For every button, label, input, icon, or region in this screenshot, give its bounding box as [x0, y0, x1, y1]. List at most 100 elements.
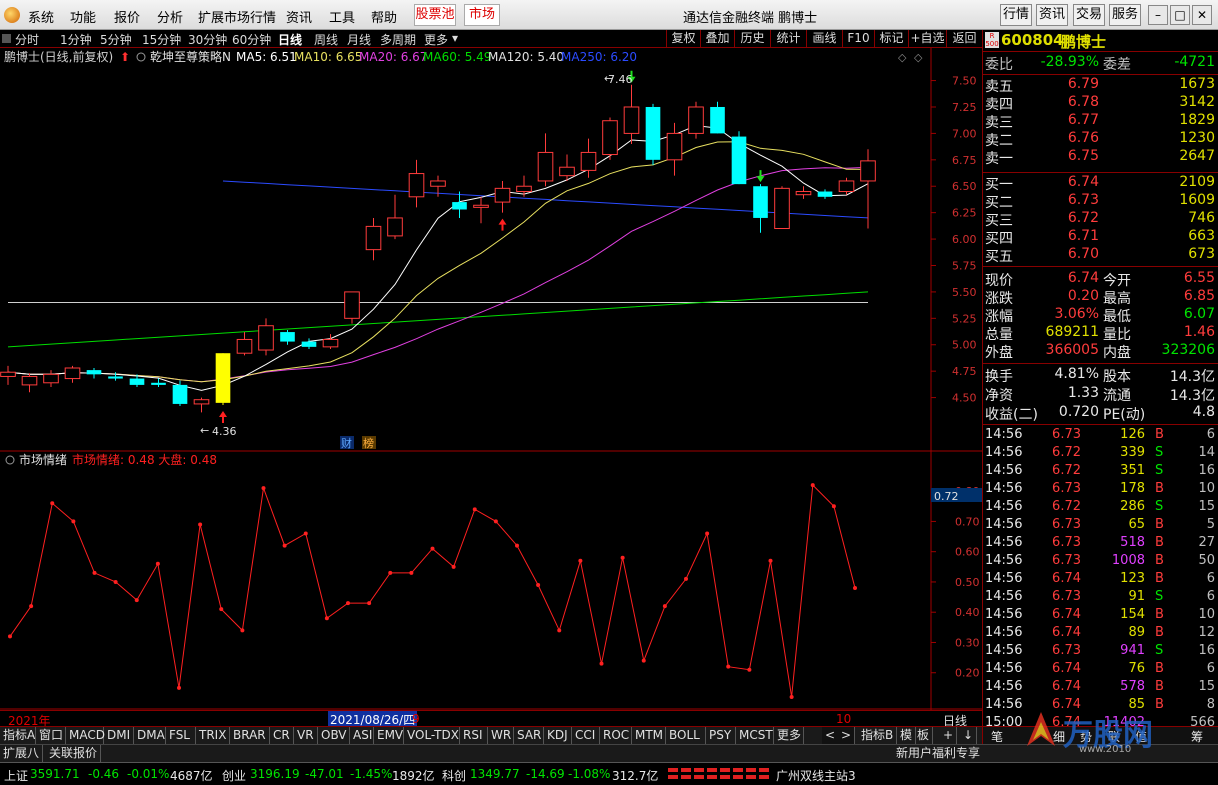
tabs-left-arrow-icon[interactable]: < [822, 727, 840, 745]
indicator-tab[interactable]: DMI [104, 727, 134, 745]
bid-row[interactable]: 买二 6.73 1609 [983, 192, 1218, 211]
menu-tools[interactable]: 工具 [329, 7, 355, 26]
indicator-tab[interactable]: CR [270, 727, 294, 745]
menu-quote[interactable]: 报价 [114, 7, 140, 26]
quote-button[interactable]: 行情 [1000, 4, 1032, 26]
period-multi[interactable]: 多周期 [380, 31, 416, 48]
ask-row[interactable]: 卖二 6.76 1230 [983, 130, 1218, 149]
indicator-tab[interactable]: TRIX [196, 727, 230, 745]
ask-row[interactable]: 卖五 6.79 1673 [983, 76, 1218, 95]
history-button[interactable]: 历史 [734, 30, 770, 48]
indicator-tab[interactable]: RSI [460, 727, 488, 745]
menu-ext-market[interactable]: 扩展市场行情 [198, 7, 276, 26]
indicator-tab[interactable]: EMV [374, 727, 404, 745]
chevron-down-icon[interactable]: ▾ [452, 31, 458, 45]
period-toolbar: 分时 1分钟 5分钟 15分钟 30分钟 60分钟 日线 周线 月线 多周期 更… [0, 30, 982, 48]
indicator-tab[interactable]: 指标A [0, 727, 36, 745]
minimize-icon[interactable]: – [1148, 5, 1168, 25]
tabs-right-arrow-icon[interactable]: > [838, 727, 856, 745]
ext8-tab[interactable]: 扩展八 [0, 745, 44, 763]
indicator-tab[interactable]: VOL-TDX [404, 727, 460, 745]
tab-trades[interactable]: 笔 [991, 728, 1003, 745]
indicator-tab[interactable]: BRAR [230, 727, 270, 745]
welfare-link[interactable]: 新用户福利专享 [893, 745, 983, 763]
ask-row[interactable]: 卖四 6.78 3142 [983, 94, 1218, 113]
diamond-icon-2[interactable]: ◇ [914, 51, 923, 64]
tick-volume: 65 [1128, 517, 1145, 532]
period-1min[interactable]: 1分钟 [60, 31, 92, 48]
indicator-tab[interactable]: FSL [166, 727, 196, 745]
indicator-tab[interactable]: KDJ [544, 727, 572, 745]
indicator-tab[interactable]: MACD [66, 727, 105, 745]
close-icon[interactable]: ✕ [1192, 5, 1212, 25]
f10-button[interactable]: F10 [842, 30, 874, 48]
period-15min[interactable]: 15分钟 [142, 31, 181, 48]
add-favorite-button[interactable]: +自选 [908, 30, 946, 48]
indicator-tab[interactable]: OBV [318, 727, 350, 745]
period-30min[interactable]: 30分钟 [188, 31, 227, 48]
level-price: 6.70 [1067, 246, 1099, 262]
bid-row[interactable]: 买四 6.71 663 [983, 228, 1218, 247]
period-daily[interactable]: 日线 [278, 31, 302, 48]
period-weekly[interactable]: 周线 [314, 31, 338, 48]
indicator-tab[interactable]: WR [488, 727, 514, 745]
bid-row[interactable]: 买一 6.74 2109 [983, 174, 1218, 193]
indicator-tab[interactable]: VR [294, 727, 318, 745]
draw-button[interactable]: 画线 [806, 30, 842, 48]
tick-row: 14:56 6.74 89 B 12 [983, 625, 1218, 643]
period-60min[interactable]: 60分钟 [232, 31, 271, 48]
menu-help[interactable]: 帮助 [371, 7, 397, 26]
market-button[interactable]: 市场 [464, 4, 500, 26]
indicator-tab[interactable]: BOLL [666, 727, 706, 745]
level-label: 买四 [985, 231, 1013, 247]
menu-analysis[interactable]: 分析 [157, 7, 183, 26]
info-button[interactable]: 资讯 [1036, 4, 1068, 26]
maximize-icon[interactable]: □ [1170, 5, 1190, 25]
indicator-tab[interactable]: ASI [350, 727, 374, 745]
ask-row[interactable]: 卖三 6.77 1829 [983, 112, 1218, 131]
back-button[interactable]: 返回 [946, 30, 982, 48]
bid-row[interactable]: 买五 6.70 673 [983, 246, 1218, 265]
ask-row[interactable]: 卖一 6.75 2647 [983, 148, 1218, 167]
indicator-tab[interactable]: MCST [736, 727, 774, 745]
kline-chart[interactable]: 7.50 7.25 7.00 6.75 6.50 6.25 6.00 5.75 5.50 5.25… [0, 48, 982, 710]
bid-row[interactable]: 买三 6.72 746 [983, 210, 1218, 229]
period-5min[interactable]: 5分钟 [100, 31, 132, 48]
sentiment-point [177, 685, 181, 690]
indicator-tab[interactable]: MTM [632, 727, 666, 745]
indicator-b-tab[interactable]: 指标B [858, 727, 898, 745]
period-more[interactable]: 更多 [424, 31, 448, 48]
indicator-tab[interactable]: DMA [134, 727, 166, 745]
tick-volume: 76 [1128, 661, 1145, 676]
overlay-button[interactable]: 叠加 [700, 30, 734, 48]
candle-body-up [430, 180, 446, 187]
stock-pool-button[interactable]: 股票池 [414, 4, 456, 26]
down-arrow-icon[interactable]: ↓ [960, 727, 978, 745]
rank-tag[interactable]: 榜 [363, 436, 374, 450]
menu-function[interactable]: 功能 [70, 7, 96, 26]
indicator-tab[interactable]: 窗口 [36, 727, 66, 745]
tick-time: 14:56 [985, 589, 1023, 604]
board-tab[interactable]: 板 [914, 727, 934, 745]
grid-icon[interactable] [2, 34, 11, 43]
menu-system[interactable]: 系统 [28, 7, 54, 26]
service-button[interactable]: 服务 [1109, 4, 1141, 26]
statistics-button[interactable]: 统计 [770, 30, 806, 48]
indicator-tab[interactable]: ROC [600, 727, 632, 745]
add-tab-button[interactable]: + [940, 727, 958, 745]
menu-news[interactable]: 资讯 [286, 7, 312, 26]
finance-tag[interactable]: 财 [341, 436, 352, 450]
indicator-tab[interactable]: 更多 [774, 727, 804, 745]
indicator-tab[interactable]: PSY [706, 727, 736, 745]
trade-button[interactable]: 交易 [1073, 4, 1105, 26]
period-monthly[interactable]: 月线 [347, 31, 371, 48]
indicator-tab[interactable]: SAR [514, 727, 544, 745]
related-quote-tab[interactable]: 关联报价 [46, 745, 102, 763]
adjust-button[interactable]: 复权 [666, 30, 700, 48]
mark-button[interactable]: 标记 [874, 30, 908, 48]
diamond-icon[interactable]: ◇ [898, 51, 907, 64]
period-tick[interactable]: 分时 [15, 31, 39, 48]
server-name[interactable]: 广州双线主站3 [776, 767, 856, 784]
stat-value: 0.20 [1067, 288, 1099, 304]
indicator-tab[interactable]: CCI [572, 727, 600, 745]
